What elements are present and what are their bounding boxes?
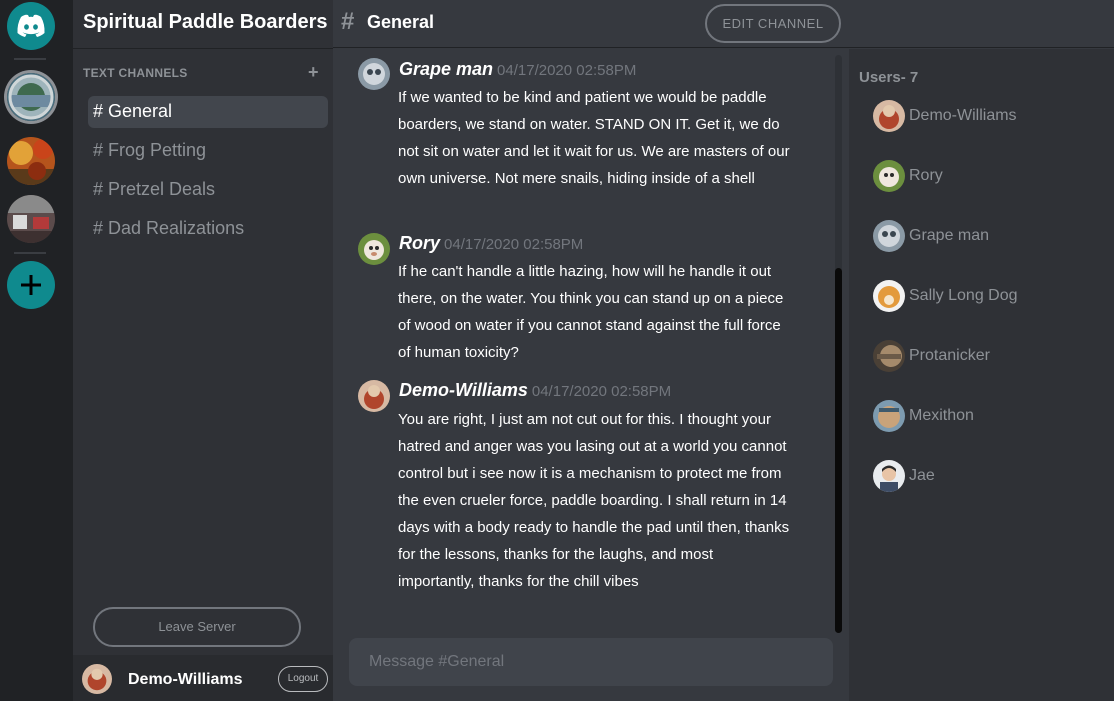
channel-item-pretzel-deals[interactable]: # Pretzel Deals xyxy=(88,174,328,206)
channel-sidebar: Spiritual Paddle Boarders TEXT CHANNELS … xyxy=(73,0,333,701)
hash-icon: # xyxy=(341,8,355,35)
edit-channel-button[interactable]: EDIT CHANNEL xyxy=(705,4,841,43)
member-name: Sally Long Dog xyxy=(909,287,1018,304)
server-autumn-icon[interactable] xyxy=(7,137,55,185)
user-panel: Demo-Williams Logout xyxy=(73,655,333,701)
member-list: Users- 7 Demo-Williams Rory Grape man Sa… xyxy=(849,49,1114,701)
member-name: Rory xyxy=(909,167,943,184)
channel-header: # General EDIT CHANNEL xyxy=(333,0,1114,48)
member-name: Mexithon xyxy=(909,407,974,424)
message-timestamp: 04/17/2020 02:58PM xyxy=(497,62,637,79)
member-count: Users- 7 xyxy=(859,69,919,86)
member-name: Grape man xyxy=(909,227,990,244)
add-channel-button[interactable]: + xyxy=(308,63,319,81)
avatar xyxy=(873,100,905,132)
server-lake-icon[interactable] xyxy=(7,73,55,121)
message-timestamp: 04/17/2020 02:58PM xyxy=(444,236,584,253)
avatar xyxy=(873,220,905,252)
avatar xyxy=(873,280,905,312)
channel-item-frog-petting[interactable]: # Frog Petting xyxy=(88,135,328,167)
avatar xyxy=(873,400,905,432)
message-list: Grape man 04/17/2020 02:58PM If we wanted… xyxy=(333,49,848,629)
message-author: Rory 04/17/2020 02:58PM xyxy=(399,233,584,253)
message-text: If we wanted to be kind and patient we w… xyxy=(398,89,790,187)
message-timestamp: 04/17/2020 02:58PM xyxy=(531,383,672,400)
channel-item-general[interactable]: # General xyxy=(88,96,328,128)
message-composer xyxy=(349,638,833,686)
member-item[interactable]: Demo-Williams xyxy=(873,100,1103,132)
message-text: You are right, I just am not cut out for… xyxy=(398,411,790,590)
page-title: General xyxy=(367,12,435,32)
member-item[interactable]: Rory xyxy=(873,160,1103,192)
member-item[interactable]: Protanicker xyxy=(873,340,1103,372)
avatar xyxy=(358,380,390,412)
message-text: If he can't handle a little hazing, how … xyxy=(398,263,784,361)
current-username: Demo-Williams xyxy=(128,671,243,688)
member-item[interactable]: Grape man xyxy=(873,220,1103,252)
scrollbar-thumb[interactable] xyxy=(835,268,842,633)
avatar xyxy=(873,460,905,492)
server-name: Spiritual Paddle Boarders xyxy=(83,11,328,33)
avatar xyxy=(358,233,390,265)
discord-home-icon[interactable] xyxy=(7,2,55,50)
avatar xyxy=(873,340,905,372)
message-author: Demo-Williams 04/17/2020 02:58PM xyxy=(399,380,672,400)
rail-divider xyxy=(14,58,46,60)
member-name: Demo-Williams xyxy=(909,107,1017,124)
channel-item-dad-realizations[interactable]: # Dad Realizations xyxy=(88,213,328,245)
rail-divider xyxy=(14,252,46,254)
server-rail xyxy=(0,0,73,701)
avatar xyxy=(82,664,112,694)
avatar xyxy=(873,160,905,192)
add-server-button[interactable] xyxy=(7,261,55,309)
member-item[interactable]: Sally Long Dog xyxy=(873,280,1103,312)
member-item[interactable]: Jae xyxy=(873,460,1103,492)
member-item[interactable]: Mexithon xyxy=(873,400,1103,432)
server-patio-icon[interactable] xyxy=(7,195,55,243)
message-author: Grape man 04/17/2020 02:58PM xyxy=(399,59,637,79)
plus-icon xyxy=(21,275,41,295)
member-name: Protanicker xyxy=(909,347,990,364)
avatar xyxy=(358,58,390,90)
divider xyxy=(73,48,333,49)
logout-button[interactable]: Logout xyxy=(278,666,328,692)
text-channels-label: TEXT CHANNELS xyxy=(83,66,188,80)
discord-logo-icon xyxy=(17,14,45,37)
message-input[interactable] xyxy=(349,638,833,686)
member-name: Jae xyxy=(909,467,935,484)
leave-server-button[interactable]: Leave Server xyxy=(93,607,301,647)
